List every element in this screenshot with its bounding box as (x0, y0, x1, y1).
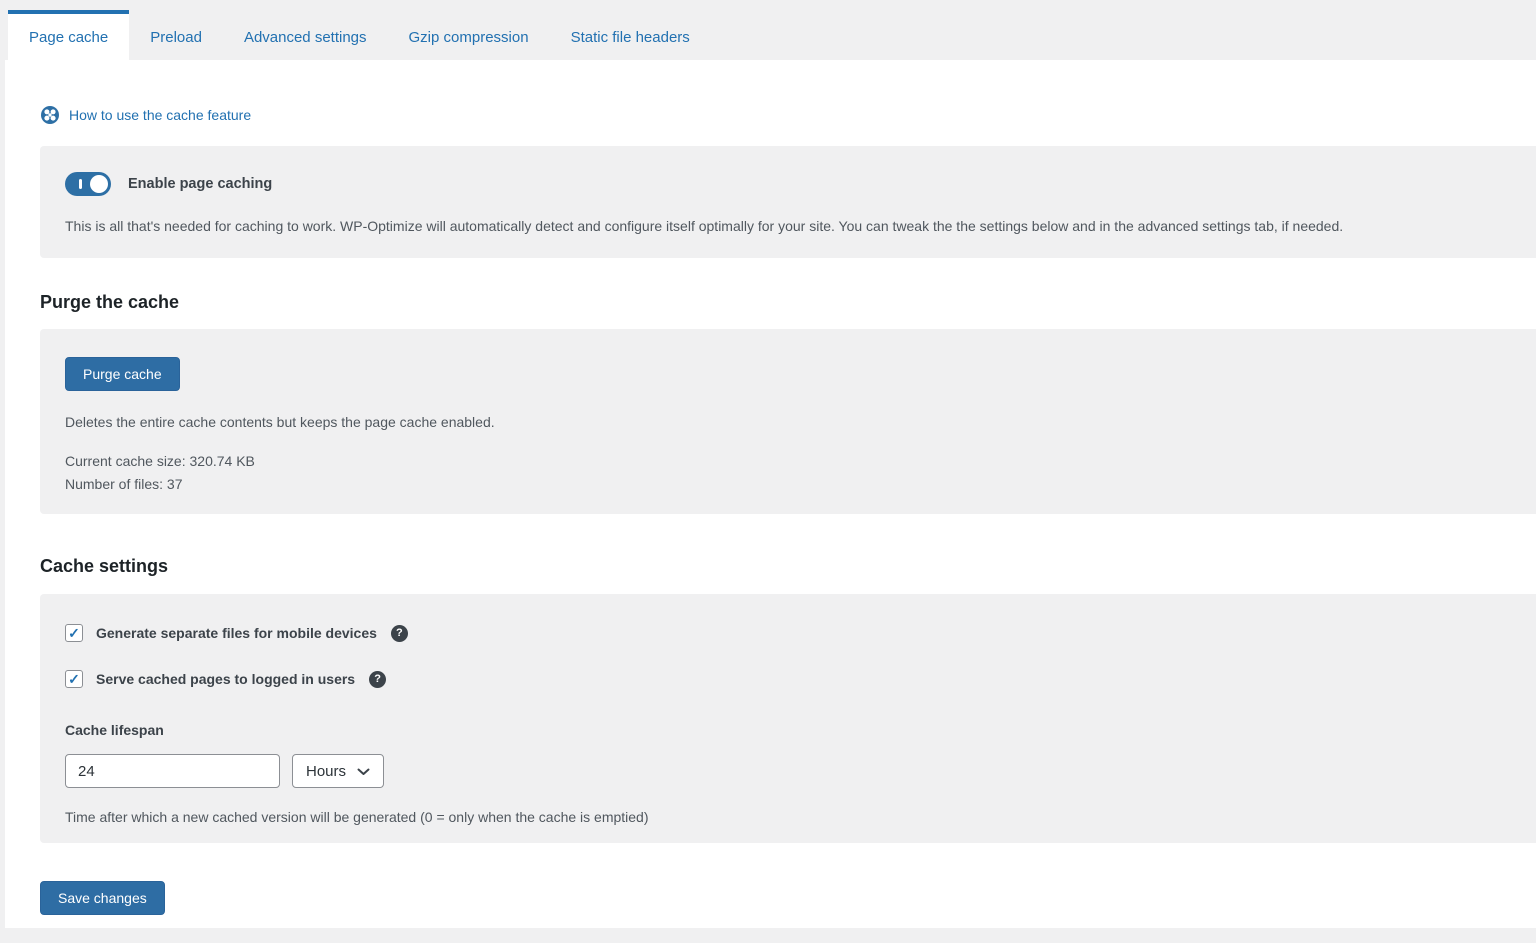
tab-label: Page cache (29, 29, 108, 46)
enable-page-caching-toggle[interactable] (65, 172, 111, 196)
toggle-knob (90, 175, 108, 193)
selected-unit: Hours (306, 763, 346, 780)
cache-lifespan-input[interactable] (65, 754, 280, 788)
cache-settings-heading: Cache settings (40, 556, 1536, 577)
number-of-files: Number of files: 37 (65, 476, 183, 492)
cache-lifespan-note: Time after which a new cached version wi… (65, 809, 1517, 825)
tab-label: Static file headers (571, 29, 690, 46)
enable-caching-description: This is all that's needed for caching to… (65, 218, 1517, 234)
film-reel-icon (40, 105, 60, 125)
generate-mobile-files-label: Generate separate files for mobile devic… (96, 625, 377, 641)
tab-label: Gzip compression (409, 29, 529, 46)
current-cache-size: Current cache size: 320.74 KB (65, 453, 255, 469)
question-icon[interactable]: ? (369, 671, 386, 688)
cache-lifespan-unit-select[interactable]: Hours (292, 754, 384, 788)
tab-page-cache[interactable]: Page cache (8, 10, 129, 60)
purge-description: Deletes the entire cache contents but ke… (65, 414, 1517, 430)
logged-in-users-row: Serve cached pages to logged in users ? (65, 670, 1517, 688)
tab-label: Preload (150, 29, 202, 46)
cache-lifespan-row: Hours (65, 754, 1517, 788)
purge-cache-heading: Purge the cache (40, 292, 1536, 313)
save-changes-button[interactable]: Save changes (40, 881, 165, 915)
purge-cache-box: Purge cache Deletes the entire cache con… (40, 329, 1536, 514)
cache-settings-box: Generate separate files for mobile devic… (40, 594, 1536, 843)
serve-logged-in-users-label: Serve cached pages to logged in users (96, 671, 355, 687)
page-cache-panel: How to use the cache feature Enable page… (5, 60, 1536, 928)
tab-advanced-settings[interactable]: Advanced settings (223, 10, 388, 60)
serve-logged-in-users-checkbox[interactable] (65, 670, 83, 688)
tab-bar: Page cache Preload Advanced settings Gzi… (0, 0, 1536, 60)
question-icon[interactable]: ? (391, 625, 408, 642)
chevron-down-icon (357, 763, 370, 780)
purge-cache-button[interactable]: Purge cache (65, 357, 180, 391)
mobile-files-row: Generate separate files for mobile devic… (65, 624, 1517, 642)
help-link-label: How to use the cache feature (69, 107, 251, 123)
tab-label: Advanced settings (244, 29, 367, 46)
enable-caching-box: Enable page caching This is all that's n… (40, 146, 1536, 258)
generate-mobile-files-checkbox[interactable] (65, 624, 83, 642)
toggle-on-mark (79, 179, 82, 189)
tab-preload[interactable]: Preload (129, 10, 223, 60)
tab-static-file-headers[interactable]: Static file headers (550, 10, 711, 60)
cache-lifespan-label: Cache lifespan (65, 722, 1517, 738)
tab-gzip-compression[interactable]: Gzip compression (388, 10, 550, 60)
enable-page-caching-label: Enable page caching (128, 176, 272, 192)
how-to-use-cache-link[interactable]: How to use the cache feature (40, 105, 251, 125)
